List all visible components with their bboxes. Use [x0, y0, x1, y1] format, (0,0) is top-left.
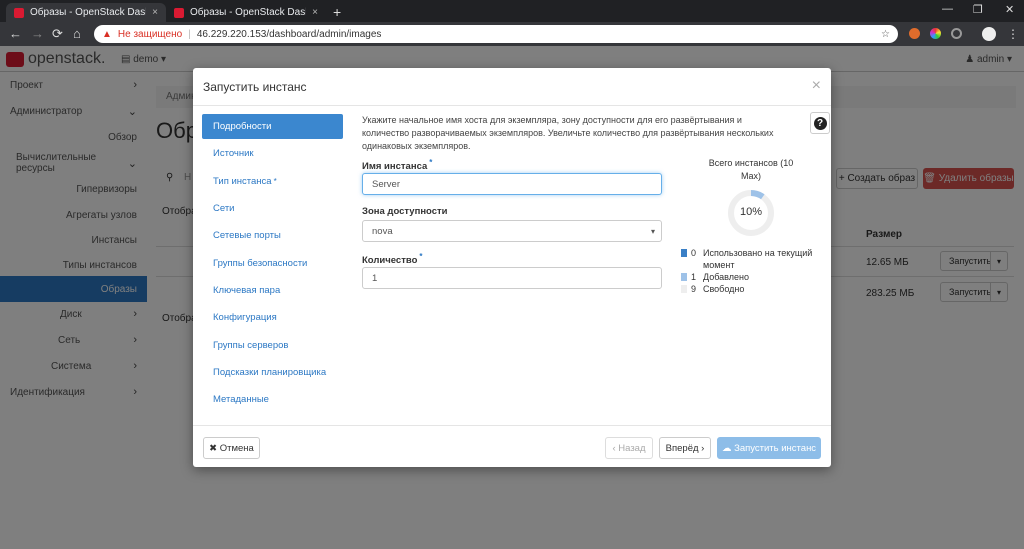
not-secure-label: Не защищено [117, 28, 183, 40]
legend-count: 9 [691, 284, 697, 294]
history-extension-icon[interactable] [951, 28, 962, 39]
tab-close-icon[interactable]: × [152, 7, 158, 18]
back-icon[interactable]: ← [9, 26, 22, 41]
not-secure-icon: ▲ [102, 28, 112, 40]
legend-swatch [681, 285, 687, 293]
wizard-step-scheduler-hints[interactable]: Подсказки планировщика [202, 360, 343, 385]
wizard-step-key-pair[interactable]: Ключевая пара [202, 278, 343, 303]
count-label: Количество * [362, 252, 423, 266]
home-icon[interactable]: ⌂ [73, 26, 81, 41]
reload-icon[interactable]: ⟳ [52, 26, 63, 42]
wizard-step-label: Конфигурация [213, 312, 277, 323]
wizard-step-metadata[interactable]: Метаданные [202, 387, 343, 412]
legend-free: 9 Свободно [681, 283, 744, 295]
bookmark-star-icon[interactable]: ☆ [881, 29, 890, 40]
profile-avatar[interactable] [982, 27, 996, 41]
availability-zone-label: Зона доступности [362, 206, 448, 217]
required-marker: * [419, 252, 423, 261]
launch-instance-button[interactable]: ☁ Запустить инстанс [717, 437, 821, 459]
wizard-step-label: Группы серверов [213, 340, 289, 351]
browser-menu-icon[interactable]: ⋮ [1007, 27, 1019, 41]
field-label-text: Имя инстанса [362, 161, 428, 173]
wizard-step-label: Метаданные [213, 394, 269, 405]
legend-label: Использовано на текущий момент [703, 248, 813, 270]
wizard-step-label: Сети [213, 203, 235, 214]
modal-title: Запустить инстанс [203, 80, 307, 94]
chevron-down-icon: ▾ [650, 226, 655, 236]
quota-percent: 10% [739, 206, 763, 218]
legend-swatch [681, 273, 687, 281]
browser-tab-2[interactable]: Образы - OpenStack Dashboard × [166, 3, 326, 22]
close-icon[interactable]: × [812, 77, 821, 95]
legend-used: 0 Использовано на текущий момент [681, 247, 813, 271]
wizard-step-server-groups[interactable]: Группы серверов [202, 333, 343, 358]
cancel-button[interactable]: ✖ Отмена [203, 437, 260, 459]
availability-zone-value: nova [372, 225, 393, 237]
count-input[interactable]: 1 [362, 267, 662, 289]
address-separator: | [188, 28, 191, 40]
minimize-icon[interactable]: — [942, 3, 953, 15]
required-marker: * [273, 177, 277, 186]
url-text[interactable]: 46.229.220.153/dashboard/admin/images [197, 29, 875, 40]
wizard-step-security-groups[interactable]: Группы безопасности [202, 251, 343, 276]
browser-tab-1[interactable]: Образы - OpenStack Dashboard × [6, 3, 166, 22]
tab-close-icon[interactable]: × [312, 7, 318, 18]
openstack-favicon-icon [14, 7, 24, 18]
tab-title: Образы - OpenStack Dashboard [190, 7, 306, 18]
legend-count: 0 [691, 248, 697, 258]
modal-footer: ✖ Отмена ‹ Назад Вперёд › ☁ Запустить ин… [193, 425, 831, 467]
legend-swatch [681, 249, 687, 257]
wizard-step-label: Подсказки планировщика [213, 367, 327, 378]
restore-icon[interactable]: ❐ [973, 3, 983, 16]
quota-title: Всего инстансов (10 Max) [708, 158, 794, 181]
color-picker-extension-icon[interactable] [930, 28, 941, 39]
legend-added: 1 Добавлено [681, 271, 749, 283]
legend-label: Добавлено [703, 272, 749, 282]
instance-name-label: Имя инстанса * [362, 158, 432, 172]
tab-title: Образы - OpenStack Dashboard [30, 7, 146, 18]
help-icon: ? [813, 116, 827, 130]
wizard-step-flavor[interactable]: Тип инстанса * [202, 169, 343, 194]
browser-tab-bar: Образы - OpenStack Dashboard × Образы - … [0, 0, 1024, 22]
wizard-step-label: Подробности [213, 121, 272, 132]
address-bar[interactable]: ▲ Не защищено | 46.229.220.153/dashboard… [94, 25, 898, 43]
legend-count: 1 [691, 272, 697, 282]
wizard-step-configuration[interactable]: Конфигурация [202, 305, 343, 330]
forward-icon[interactable]: → [31, 26, 44, 41]
legend-label: Свободно [703, 284, 745, 294]
new-tab-icon[interactable]: + [333, 4, 341, 20]
openstack-favicon-icon [174, 7, 184, 18]
launch-instance-modal: Запустить инстанс × Подробности Источник… [193, 68, 831, 467]
browser-toolbar: ← → ⟳ ⌂ ▲ Не защищено | 46.229.220.153/d… [0, 22, 1024, 46]
wizard-step-label: Ключевая пара [213, 285, 281, 296]
field-label-text: Количество [362, 255, 418, 267]
window-close-icon[interactable]: ✕ [1005, 3, 1014, 16]
wizard-step-label: Тип инстанса [213, 176, 272, 187]
availability-zone-select[interactable]: nova ▾ [362, 220, 662, 242]
extension-icon[interactable] [909, 28, 920, 39]
wizard-step-label: Сетевые порты [213, 230, 281, 241]
details-description: Укажите начальное имя хоста для экземпля… [362, 115, 774, 151]
required-marker: * [429, 158, 433, 167]
back-button[interactable]: ‹ Назад [605, 437, 653, 459]
wizard-step-label: Источник [213, 148, 254, 159]
wizard-step-label: Группы безопасности [213, 258, 308, 269]
wizard-step-source[interactable]: Источник [202, 141, 343, 166]
wizard-step-network-ports[interactable]: Сетевые порты [202, 223, 343, 248]
help-button[interactable]: ? [810, 112, 830, 134]
wizard-step-details[interactable]: Подробности [202, 114, 343, 139]
instance-name-input[interactable]: Server [362, 173, 662, 195]
next-button[interactable]: Вперёд › [659, 437, 711, 459]
modal-header: Запустить инстанс × [193, 68, 831, 106]
wizard-step-networks[interactable]: Сети [202, 196, 343, 221]
